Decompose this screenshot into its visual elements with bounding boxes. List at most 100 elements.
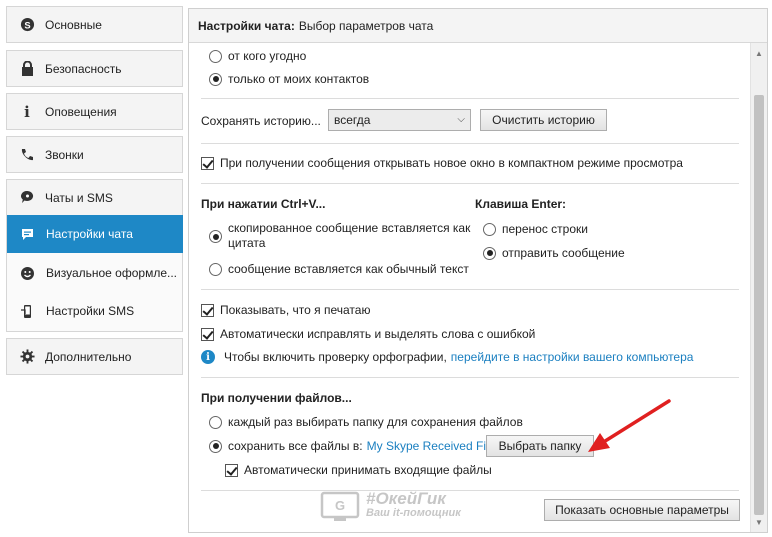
watermark-subtitle: Ваш it-помощник: [366, 507, 461, 519]
panel-header: Настройки чата: Выбор параметров чата: [189, 9, 767, 43]
mobile-icon: [19, 303, 35, 319]
chats-submenu: Настройки чата Визуальное оформле... Нас…: [6, 215, 183, 332]
auto-accept-files-option[interactable]: Автоматически принимать входящие файлы: [225, 463, 492, 477]
svg-text:S: S: [24, 20, 30, 30]
sidebar-subitem-label: Настройки чата: [46, 227, 133, 241]
ctrlv-section-title: При нажатии Ctrl+V...: [201, 197, 326, 211]
sidebar-item-label: Дополнительно: [45, 349, 132, 364]
choose-folder-button[interactable]: Выбрать папку: [486, 435, 594, 457]
chat-bubble-icon: [19, 226, 35, 242]
smiley-icon: [19, 265, 35, 281]
chevron-down-icon: ⌵: [457, 114, 465, 125]
sidebar-item-calls[interactable]: Звонки: [6, 136, 183, 173]
spellcheck-info: i Чтобы включить проверку орфографии, пе…: [201, 350, 693, 364]
settings-scroll-area: от кого угодно только от моих контактов …: [189, 43, 751, 532]
radio-save-all[interactable]: сохранить все файлы в: My Skype Received…: [209, 439, 501, 453]
radio-paste-quote[interactable]: скопированное сообщение вставляется как ц…: [209, 221, 470, 251]
divider: [201, 98, 739, 99]
radio-button[interactable]: [209, 72, 222, 86]
show-basic-settings-button[interactable]: Показать основные параметры: [544, 499, 740, 521]
phone-icon: [19, 147, 35, 163]
sidebar-item-general[interactable]: S Основные: [6, 6, 183, 43]
show-typing-option[interactable]: Показывать, что я печатаю: [201, 303, 370, 317]
checkbox[interactable]: [225, 463, 238, 477]
info-icon: i: [24, 102, 30, 121]
info-circle-icon: i: [201, 350, 215, 364]
scroll-down-icon[interactable]: ▼: [751, 514, 767, 530]
sidebar-item-advanced[interactable]: Дополнительно: [6, 338, 183, 375]
radio-label: сообщение вставляется как обычный текст: [228, 262, 469, 276]
sidebar-subitem-label: Визуальное оформле...: [46, 266, 177, 280]
divider: [201, 143, 739, 144]
red-arrow-annotation: [588, 399, 671, 452]
svg-text:G: G: [335, 498, 345, 513]
sidebar-item-label: Основные: [45, 17, 102, 32]
radio-label-line2: цитата: [228, 236, 266, 250]
checkbox[interactable]: [201, 303, 214, 317]
sidebar: S Основные Безопасность i Оповещения Зво…: [0, 0, 190, 537]
radio-label: отправить сообщение: [502, 246, 625, 260]
radio-button[interactable]: [209, 49, 222, 63]
radio-label: только от моих контактов: [228, 72, 370, 86]
sidebar-item-label: Звонки: [45, 147, 84, 162]
checkbox[interactable]: [201, 156, 214, 170]
sidebar-item-label: Чаты и SMS: [45, 190, 113, 205]
sidebar-subitem-label: Настройки SMS: [46, 304, 135, 318]
radio-label: перенос строки: [502, 222, 588, 236]
gear-icon: [19, 349, 35, 365]
computer-settings-link[interactable]: перейдите в настройки вашего компьютера: [451, 350, 694, 364]
divider: [201, 289, 739, 290]
radio-label: сохранить все файлы в:: [228, 439, 363, 453]
watermark-logo-icon: G: [320, 491, 360, 521]
watermark-title: #ОкейГик: [366, 489, 446, 508]
files-section-title: При получении файлов...: [201, 391, 352, 405]
chat-icon: [19, 190, 35, 206]
clear-history-button[interactable]: Очистить историю: [480, 109, 607, 131]
history-dropdown-value: всегда: [334, 113, 371, 127]
checkbox-label: При получении сообщения открывать новое …: [220, 156, 683, 170]
sidebar-item-notifications[interactable]: i Оповещения: [6, 93, 183, 130]
checkbox-label: Автоматически исправлять и выделять слов…: [220, 327, 536, 341]
radio-ask-folder[interactable]: каждый раз выбирать папку для сохранения…: [209, 415, 523, 429]
vertical-scrollbar[interactable]: ▲ ▼: [750, 43, 767, 532]
scroll-up-icon[interactable]: ▲: [751, 45, 767, 61]
autocorrect-option[interactable]: Автоматически исправлять и выделять слов…: [201, 327, 535, 341]
radio-contacts-only[interactable]: только от моих контактов: [209, 72, 369, 86]
history-dropdown[interactable]: всегда ⌵: [328, 109, 471, 131]
checkbox-label: Показывать, что я печатаю: [220, 303, 371, 317]
info-text: Чтобы включить проверку орфографии,: [224, 350, 447, 364]
enter-section-title: Клавиша Enter:: [475, 197, 567, 211]
sidebar-item-label: Оповещения: [45, 104, 117, 119]
radio-enter-newline[interactable]: перенос строки: [483, 222, 588, 236]
sidebar-item-chats-sms[interactable]: Чаты и SMS: [6, 179, 183, 216]
sidebar-subitem-sms-settings[interactable]: Настройки SMS: [7, 292, 183, 330]
checkbox[interactable]: [201, 327, 214, 341]
compact-window-option[interactable]: При получении сообщения открывать новое …: [201, 156, 683, 170]
sidebar-item-security[interactable]: Безопасность: [6, 50, 183, 87]
divider: [201, 490, 739, 491]
history-label-text: Сохранять историю...: [201, 114, 321, 128]
divider: [201, 377, 739, 378]
radio-button[interactable]: [483, 222, 496, 236]
radio-label: скопированное сообщение вставляется как ц…: [228, 221, 470, 251]
header-subtitle: Выбор параметров чата: [298, 18, 434, 33]
scrollbar-thumb[interactable]: [754, 95, 764, 515]
sidebar-subitem-chat-settings[interactable]: Настройки чата: [7, 215, 183, 253]
watermark: G #ОкейГик Ваш it-помощник: [320, 489, 461, 523]
received-files-folder-link[interactable]: My Skype Received Files: [367, 439, 502, 453]
radio-paste-plain[interactable]: сообщение вставляется как обычный текст: [209, 262, 469, 276]
radio-label: от кого угодно: [228, 49, 307, 63]
radio-anyone[interactable]: от кого угодно: [209, 49, 306, 63]
lock-icon: [19, 61, 35, 77]
header-title: Настройки чата:: [198, 18, 295, 33]
checkbox-label: Автоматически принимать входящие файлы: [244, 463, 492, 477]
radio-button[interactable]: [209, 439, 222, 453]
radio-button[interactable]: [483, 246, 496, 260]
divider: [201, 183, 739, 184]
sidebar-subitem-visual-style[interactable]: Визуальное оформле...: [7, 254, 183, 292]
radio-button[interactable]: [209, 262, 222, 276]
radio-label-line1: скопированное сообщение вставляется как: [228, 221, 471, 235]
radio-button[interactable]: [209, 230, 222, 243]
radio-button[interactable]: [209, 415, 222, 429]
radio-enter-send[interactable]: отправить сообщение: [483, 246, 625, 260]
